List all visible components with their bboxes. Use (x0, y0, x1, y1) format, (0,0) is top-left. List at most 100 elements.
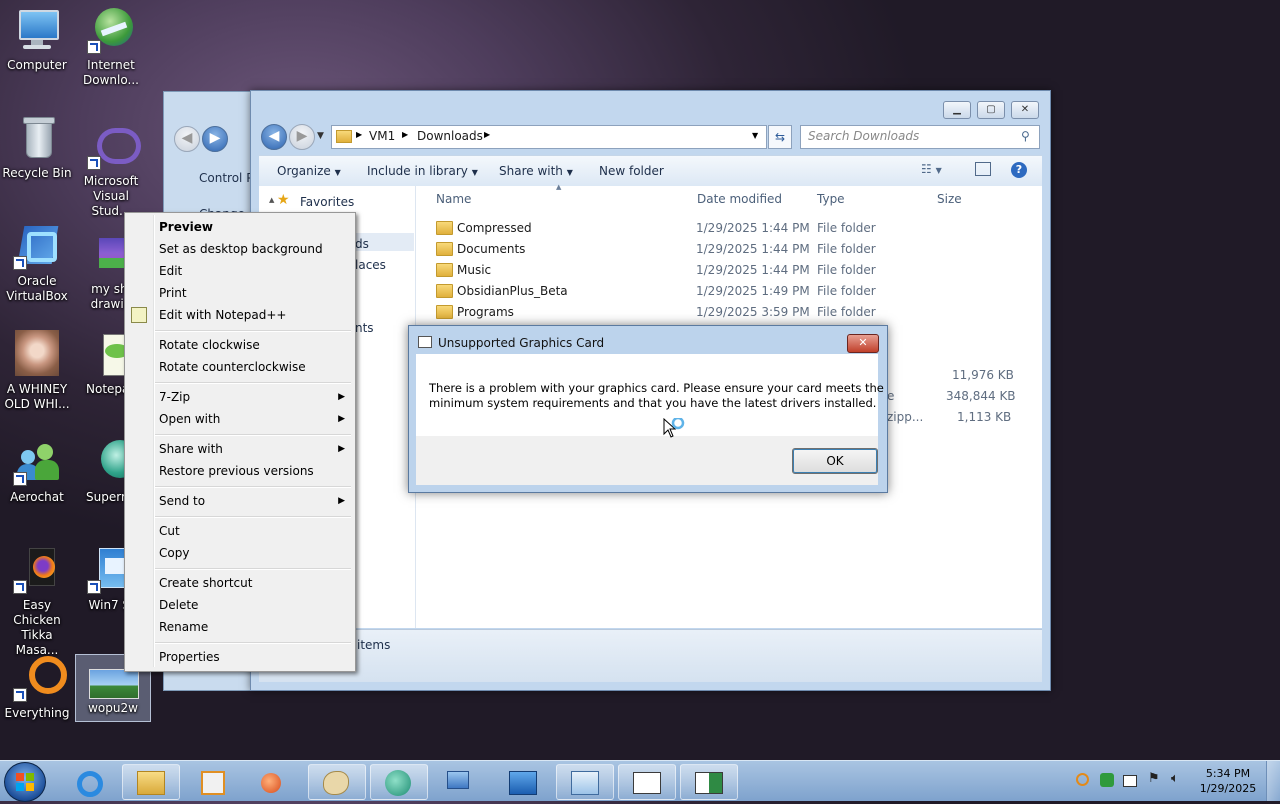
windows-explorer-icon[interactable] (122, 764, 180, 800)
menu-item-preview[interactable]: Preview (159, 220, 213, 234)
menu-item-properties[interactable]: Properties (159, 650, 220, 664)
column-header-date[interactable]: Date modified (697, 192, 782, 206)
volume-icon[interactable]: 🔈︎ (1171, 771, 1185, 786)
menu-item-rotate-clockwise[interactable]: Rotate clockwise (159, 338, 260, 352)
menu-item-open-with[interactable]: Open with (159, 412, 220, 426)
control-panel-link[interactable]: Control P (199, 171, 253, 185)
table-row[interactable]: ObsidianPlus_Beta 1/29/2025 1:49 PM File… (416, 281, 1042, 302)
file-date: 1/29/2025 3:59 PM (696, 305, 810, 319)
menu-item-restore-previous-versions[interactable]: Restore previous versions (159, 464, 314, 478)
close-button[interactable]: ✕ (1011, 101, 1039, 119)
recycle-bin-icon (13, 114, 61, 162)
column-header-size[interactable]: Size (937, 192, 962, 206)
chevron-down-icon: ▼ (566, 168, 573, 177)
organize-button[interactable]: Organize ▼ (277, 164, 341, 178)
desktop-icon-virtualbox[interactable]: Oracle VirtualBox (0, 222, 74, 304)
address-bar[interactable]: ▶ VM1 ▶ Downloads ▶ ▼ (331, 125, 767, 149)
security-tray-icon[interactable] (1100, 773, 1114, 787)
breadcrumb-vm1[interactable]: VM1 (369, 129, 395, 143)
table-row[interactable]: Programs 1/29/2025 3:59 PM File folder (416, 302, 1042, 323)
notification-tray-icon[interactable] (1123, 775, 1137, 787)
menu-item-rename[interactable]: Rename (159, 620, 208, 634)
desktop-icon-visual-studio[interactable]: Microsoft Visual Stud... (74, 122, 148, 219)
menu-item-print[interactable]: Print (159, 286, 187, 300)
column-header-name[interactable]: Name (436, 192, 471, 206)
breadcrumb-chevron-icon[interactable]: ▶ (484, 130, 490, 139)
forward-button[interactable]: ▶ (289, 124, 315, 150)
desktop-icon-label: Microsoft (83, 174, 139, 188)
menu-item-create-shortcut[interactable]: Create shortcut (159, 576, 252, 590)
menu-item-edit-with-notepad[interactable]: Edit with Notepad++ (159, 308, 286, 322)
file-date: 1/29/2025 1:44 PM (696, 221, 810, 235)
forward-button[interactable]: ▶ (202, 126, 228, 152)
internet-explorer-icon[interactable] (62, 764, 120, 800)
menu-item-copy[interactable]: Copy (159, 546, 189, 560)
column-header-type[interactable]: Type (817, 192, 845, 206)
desktop-icon-whiney-old[interactable]: A WHINEY OLD WHI... (0, 330, 74, 412)
menu-item-cut[interactable]: Cut (159, 524, 180, 538)
new-folder-button[interactable]: New folder (599, 164, 664, 178)
share-with-button[interactable]: Share with ▼ (499, 164, 573, 178)
remote-desktop-icon[interactable] (556, 764, 614, 800)
firefox-icon (13, 546, 61, 594)
menu-item-7zip[interactable]: 7-Zip (159, 390, 190, 404)
palette-icon[interactable] (308, 764, 366, 800)
menu-item-send-to[interactable]: Send to (159, 494, 205, 508)
view-options-icon[interactable]: ☷ ▼ (921, 162, 942, 176)
paint-icon[interactable] (246, 764, 304, 800)
desktop-icon-internet-download[interactable]: Internet Downlo... (74, 6, 148, 88)
notepad-plus-icon (131, 307, 147, 323)
menu-item-delete[interactable]: Delete (159, 598, 198, 612)
desktop-icon-everything[interactable]: Everything (0, 654, 74, 721)
nav-item-partial[interactable]: nts (355, 321, 374, 335)
back-button[interactable]: ◀ (261, 124, 287, 150)
table-row[interactable]: Documents 1/29/2025 1:44 PM File folder (416, 239, 1042, 260)
window-app-icon[interactable] (618, 764, 676, 800)
windows-start-icon[interactable] (4, 762, 46, 802)
clock[interactable]: 5:34 PM 1/29/2025 (1188, 766, 1268, 796)
desktop-icon-easy-chicken[interactable]: Easy Chicken Tikka Masa... (0, 546, 74, 658)
menu-item-share-with[interactable]: Share with (159, 442, 223, 456)
breadcrumb-downloads[interactable]: Downloads (417, 129, 483, 143)
ok-button[interactable]: OK (792, 448, 878, 474)
show-desktop-button[interactable] (1266, 761, 1280, 801)
desktop-icon[interactable] (494, 764, 552, 800)
close-button[interactable]: ✕ (847, 334, 879, 353)
action-center-flag-icon[interactable]: ⚑ (1148, 771, 1162, 786)
table-row[interactable]: Compressed 1/29/2025 1:44 PM File folder (416, 218, 1042, 239)
help-icon[interactable]: ? (1011, 162, 1027, 178)
nav-favorites[interactable]: Favorites (300, 195, 354, 209)
desktop-icon-computer[interactable]: Computer (0, 6, 74, 73)
expand-arrow-icon[interactable]: ▲ (269, 196, 274, 204)
document-app-icon[interactable] (680, 764, 738, 800)
maximize-button[interactable]: ▢ (977, 101, 1005, 119)
desktop-icon-recycle-bin[interactable]: Recycle Bin (0, 114, 74, 181)
preview-pane-icon[interactable] (975, 162, 991, 176)
photo-file-icon (13, 330, 61, 378)
include-in-library-button[interactable]: Include in library ▼ (367, 164, 478, 178)
search-tray-icon[interactable] (1076, 773, 1089, 786)
network-icon[interactable] (432, 764, 490, 800)
menu-separator (155, 382, 351, 384)
submenu-arrow-icon: ▶ (338, 414, 345, 424)
table-row[interactable]: Music 1/29/2025 1:44 PM File folder (416, 260, 1042, 281)
sort-arrow-icon: ▲ (556, 183, 562, 191)
search-input[interactable]: Search Downloads ⚲ (800, 125, 1040, 149)
address-dropdown-icon[interactable]: ▼ (752, 131, 758, 140)
recent-pages-dropdown-icon[interactable]: ▼ (317, 131, 324, 141)
desktop-icon-aerochat[interactable]: Aerochat (0, 438, 74, 505)
menu-item-edit[interactable]: Edit (159, 264, 182, 278)
media-player-icon[interactable] (184, 764, 242, 800)
back-button[interactable]: ◀ (174, 126, 200, 152)
breadcrumb-chevron-icon[interactable]: ▶ (356, 130, 362, 139)
nav-item-partial[interactable]: ds (355, 237, 369, 251)
menu-item-set-desktop-background[interactable]: Set as desktop background (159, 242, 323, 256)
nav-item-partial[interactable]: laces (355, 258, 386, 272)
menu-item-rotate-counterclockwise[interactable]: Rotate counterclockwise (159, 360, 306, 374)
aerochat-icon[interactable] (370, 764, 428, 800)
search-placeholder: Search Downloads (808, 129, 920, 143)
search-icon[interactable]: ⚲ (1021, 129, 1030, 143)
minimize-button[interactable]: ▁ (943, 101, 971, 119)
breadcrumb-chevron-icon[interactable]: ▶ (402, 130, 408, 139)
refresh-button[interactable]: ⇆ (768, 125, 792, 149)
